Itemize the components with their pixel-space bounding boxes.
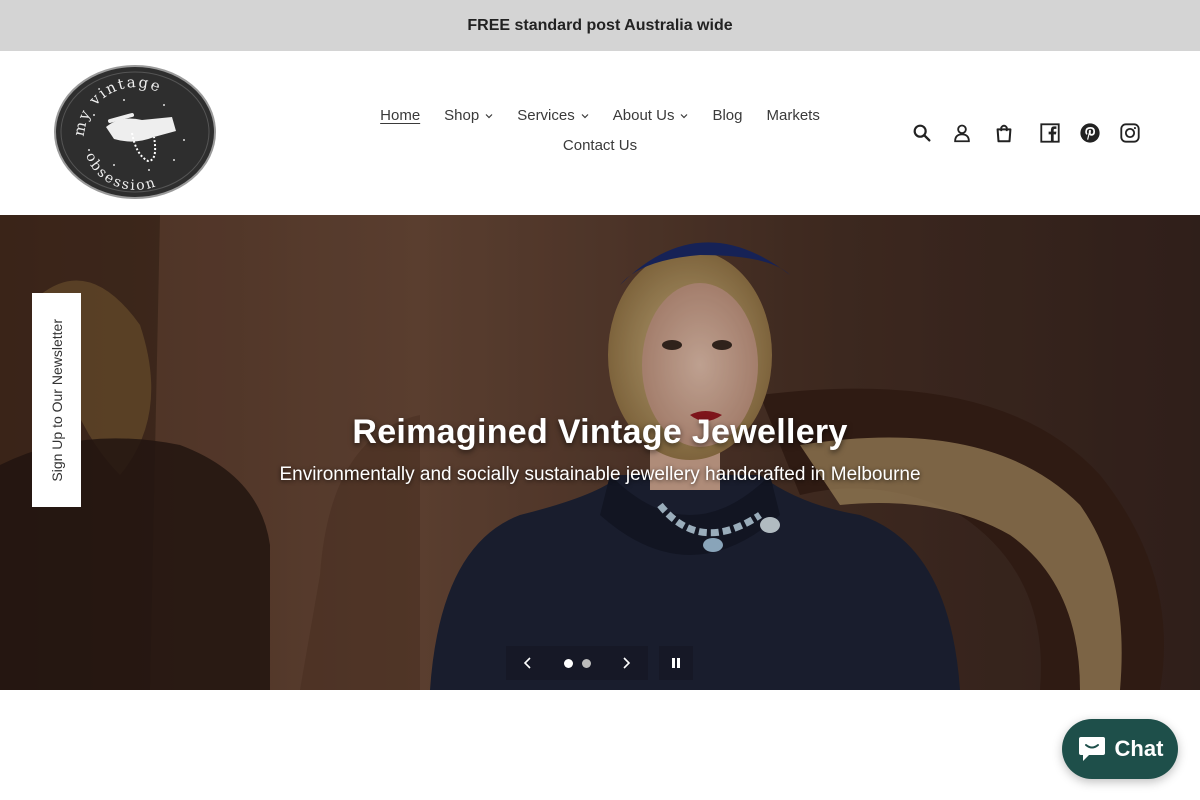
chat-bubble-icon — [1078, 737, 1105, 761]
pause-icon — [672, 658, 680, 668]
slider-controls — [506, 646, 648, 680]
hero-slideshow: Reimagined Vintage Jewellery Environment… — [0, 215, 1200, 690]
newsletter-label: Sign Up to Our Newsletter — [48, 318, 65, 482]
nav-label: Services — [517, 107, 575, 124]
nav-item-blog[interactable]: Blog — [700, 103, 754, 128]
site-header: my vintage obsession Home Shop Services … — [0, 51, 1200, 215]
nav-label: Markets — [766, 107, 820, 124]
nav-item-home[interactable]: Home — [368, 103, 432, 128]
newsletter-signup-tab[interactable]: Sign Up to Our Newsletter — [32, 293, 81, 507]
facebook-icon[interactable] — [1036, 119, 1064, 147]
nav-item-shop[interactable]: Shop — [432, 103, 505, 128]
logo[interactable]: my vintage obsession — [54, 65, 216, 201]
chevron-down-icon — [485, 113, 493, 118]
chevron-down-icon — [581, 113, 589, 118]
announcement-bar: FREE standard post Australia wide — [0, 0, 1200, 51]
pinterest-icon[interactable] — [1076, 119, 1104, 147]
cart-icon[interactable] — [990, 119, 1018, 147]
slide-dots — [563, 658, 591, 668]
header-icons — [908, 119, 1144, 147]
hero-title: Reimagined Vintage Jewellery — [352, 413, 848, 451]
instagram-icon[interactable] — [1116, 119, 1144, 147]
search-icon[interactable] — [908, 119, 936, 147]
nav-label: Shop — [444, 107, 480, 124]
chevron-left-icon[interactable] — [520, 655, 536, 671]
nav-label: Home — [380, 107, 421, 124]
nav-item-contact-us[interactable]: Contact Us — [551, 133, 649, 158]
pause-button[interactable] — [659, 646, 693, 680]
nav-item-about-us[interactable]: About Us — [601, 103, 701, 128]
slide-dot-1[interactable] — [563, 658, 573, 668]
announcement-text: FREE standard post Australia wide — [467, 16, 733, 34]
account-icon[interactable] — [948, 119, 976, 147]
nav-label: Contact Us — [562, 137, 638, 154]
chat-button[interactable]: Chat — [1062, 719, 1178, 779]
chevron-right-icon[interactable] — [618, 655, 634, 671]
chevron-down-icon — [681, 113, 688, 118]
nav-item-markets[interactable]: Markets — [754, 103, 831, 128]
hero-subtitle: Environmentally and socially sustainable… — [279, 464, 921, 485]
hero-caption: Reimagined Vintage Jewellery Environment… — [0, 413, 1200, 486]
main-nav: Home Shop Services About Us Blog Markets — [340, 103, 860, 158]
nav-item-services[interactable]: Services — [505, 103, 601, 128]
nav-label: About Us — [612, 107, 675, 124]
nav-label: Blog — [712, 107, 743, 124]
chat-label: Chat — [1114, 736, 1164, 761]
slide-dot-2[interactable] — [581, 658, 591, 668]
